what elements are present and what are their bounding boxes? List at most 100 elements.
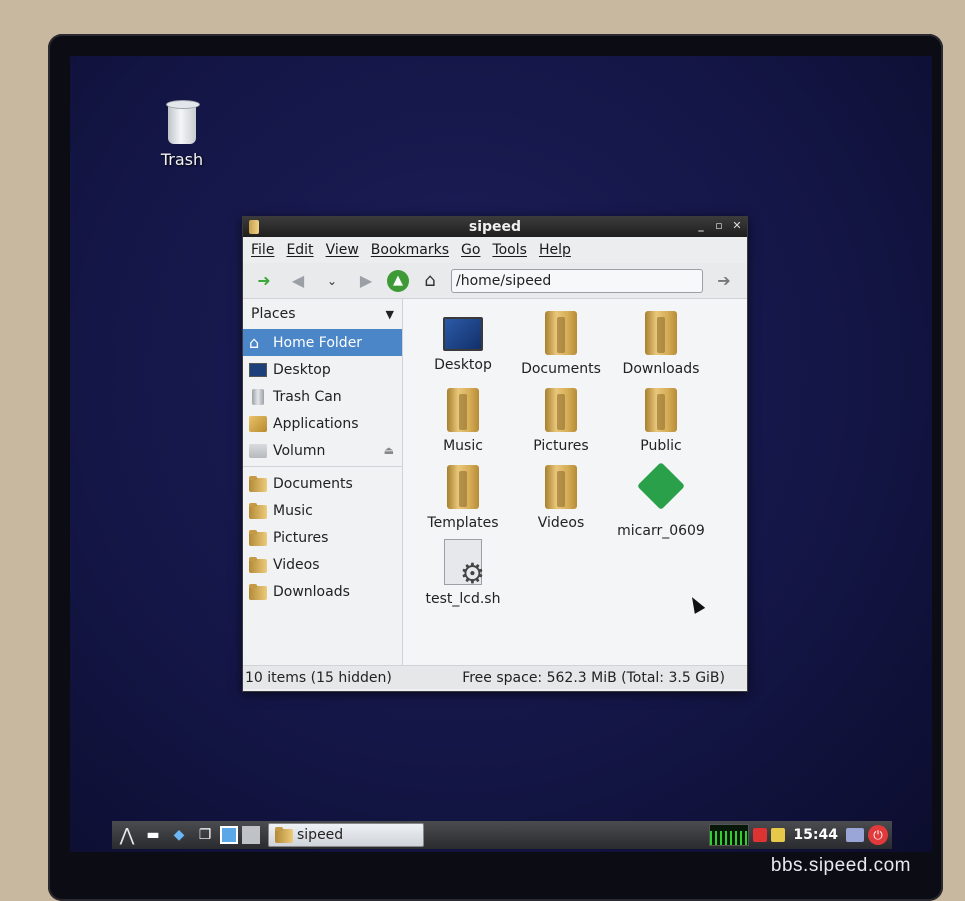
folder-icon — [249, 529, 267, 546]
file-label: micarr_0609 — [617, 523, 705, 539]
sidebar-item-applications[interactable]: Applications — [243, 410, 402, 437]
file-item-micarr[interactable]: micarr_0609 — [611, 461, 711, 539]
file-label: Documents — [521, 361, 601, 377]
folder-icon — [249, 502, 267, 519]
menu-view[interactable]: View — [326, 242, 359, 258]
menu-bookmarks[interactable]: Bookmarks — [371, 242, 449, 258]
sidebar-item-trash-can[interactable]: Trash Can — [243, 383, 402, 410]
window-title: sipeed — [468, 219, 522, 235]
window-switcher-icon[interactable]: ❐ — [194, 824, 216, 846]
power-icon[interactable]: ⏻ — [868, 825, 888, 845]
menu-help[interactable]: Help — [539, 242, 571, 258]
sidebar-item-label: Documents — [273, 475, 353, 492]
home-icon[interactable]: ⌂ — [417, 268, 443, 294]
file-label: test_lcd.sh — [425, 591, 501, 607]
sidebar-item-music[interactable]: Music — [243, 497, 402, 524]
eject-icon[interactable]: ⏏ — [384, 444, 394, 457]
folder-icon — [275, 827, 293, 843]
file-item-pictures[interactable]: Pictures — [511, 384, 611, 454]
desktop-icon — [249, 362, 267, 377]
sidebar-item-label: Videos — [273, 556, 320, 573]
taskbar-window-button[interactable]: sipeed — [268, 823, 424, 847]
menu-tools[interactable]: Tools — [492, 242, 527, 258]
desktop-pager-2-icon[interactable] — [242, 826, 260, 844]
file-label: Public — [640, 438, 682, 454]
home-icon: ⌂ — [249, 332, 260, 352]
file-item-videos[interactable]: Videos — [511, 461, 611, 531]
menubar: File Edit View Bookmarks Go Tools Help — [243, 237, 747, 263]
folder-icon — [537, 307, 585, 355]
clock[interactable]: 15:44 — [789, 827, 842, 843]
folder-icon — [249, 475, 267, 492]
menu-file[interactable]: File — [251, 242, 274, 258]
sidebar-item-label: Trash Can — [273, 388, 342, 405]
trash-icon — [252, 388, 264, 405]
sidebar-item-home-folder[interactable]: ⌂ Home Folder — [243, 329, 402, 356]
sidebar-item-label: Desktop — [273, 361, 331, 378]
sidebar-item-videos[interactable]: Videos — [243, 551, 402, 578]
history-dropdown-icon[interactable]: ⌄ — [319, 268, 345, 294]
new-tab-icon[interactable]: ➜ — [251, 268, 277, 294]
desktop-icon — [443, 317, 483, 351]
folder-icon — [637, 384, 685, 432]
file-item-music[interactable]: Music — [413, 384, 513, 454]
file-label: Pictures — [533, 438, 589, 454]
folder-icon — [537, 461, 585, 509]
sidebar-item-documents[interactable]: Documents — [243, 470, 402, 497]
package-icon — [636, 461, 686, 517]
sidebar-item-pictures[interactable]: Pictures — [243, 524, 402, 551]
file-manager-icon[interactable]: ◆ — [168, 824, 190, 846]
screen-lock-icon[interactable] — [846, 828, 864, 842]
drive-icon — [249, 443, 267, 458]
menu-edit[interactable]: Edit — [286, 242, 313, 258]
close-icon[interactable]: ✕ — [731, 219, 743, 233]
menu-go[interactable]: Go — [461, 242, 480, 258]
chevron-down-icon[interactable]: ▼ — [386, 308, 394, 321]
folder-icon — [537, 384, 585, 432]
places-header[interactable]: Places ▼ — [243, 299, 402, 329]
file-item-desktop[interactable]: Desktop — [413, 311, 513, 373]
go-icon[interactable]: ➔ — [711, 268, 737, 294]
file-label: Videos — [537, 515, 585, 531]
keyboard-layout-icon[interactable] — [771, 828, 786, 842]
window-titlebar[interactable]: sipeed _ ▫ ✕ — [243, 217, 747, 237]
sidebar-item-desktop[interactable]: Desktop — [243, 356, 402, 383]
sidebar: Places ▼ ⌂ Home Folder Desktop Trash Can — [243, 299, 403, 665]
sidebar-item-volumn[interactable]: Volumn ⏏ — [243, 437, 402, 464]
watermark: bbs.sipeed.com — [770, 855, 911, 876]
forward-icon[interactable]: ▶ — [353, 268, 379, 294]
start-menu-icon[interactable]: ⋀ — [116, 824, 138, 846]
sidebar-item-label: Volumn — [273, 442, 326, 459]
file-item-downloads[interactable]: Downloads — [611, 307, 711, 377]
file-item-test-lcd[interactable]: ⚙ test_lcd.sh — [413, 539, 513, 607]
minimize-icon[interactable]: _ — [695, 219, 707, 233]
folder-icon — [439, 461, 487, 509]
file-item-documents[interactable]: Documents — [511, 307, 611, 377]
free-space: Free space: 562.3 MiB (Total: 3.5 GiB) — [462, 669, 725, 686]
gear-icon: ⚙ — [459, 557, 485, 590]
file-item-public[interactable]: Public — [611, 384, 711, 454]
file-label: Templates — [427, 515, 499, 531]
file-item-templates[interactable]: Templates — [413, 461, 513, 531]
sidebar-item-label: Applications — [273, 415, 359, 432]
file-label: Music — [443, 438, 483, 454]
folder-icon — [439, 384, 487, 432]
maximize-icon[interactable]: ▫ — [713, 219, 725, 233]
up-icon[interactable]: ▲ — [387, 269, 409, 292]
folder-icon — [249, 583, 267, 600]
back-icon[interactable]: ◀ — [285, 268, 311, 294]
path-input[interactable]: /home/sipeed — [451, 268, 703, 293]
minimize-all-icon[interactable]: ▬ — [142, 824, 164, 846]
file-label: Desktop — [434, 357, 492, 373]
sidebar-item-label: Downloads — [273, 583, 350, 600]
network-icon[interactable] — [753, 828, 768, 842]
sidebar-divider — [243, 466, 402, 467]
sidebar-item-downloads[interactable]: Downloads — [243, 578, 402, 605]
folder-icon — [637, 307, 685, 355]
statusbar: 10 items (15 hidden) Free space: 562.3 M… — [243, 665, 747, 689]
sidebar-item-label: Music — [273, 502, 313, 519]
desktop-pager-icon[interactable] — [220, 826, 238, 844]
desktop-trash-label: Trash — [160, 150, 204, 169]
script-gear-icon: ⚙ — [444, 539, 485, 590]
desktop-trash[interactable]: Trash — [152, 100, 212, 169]
